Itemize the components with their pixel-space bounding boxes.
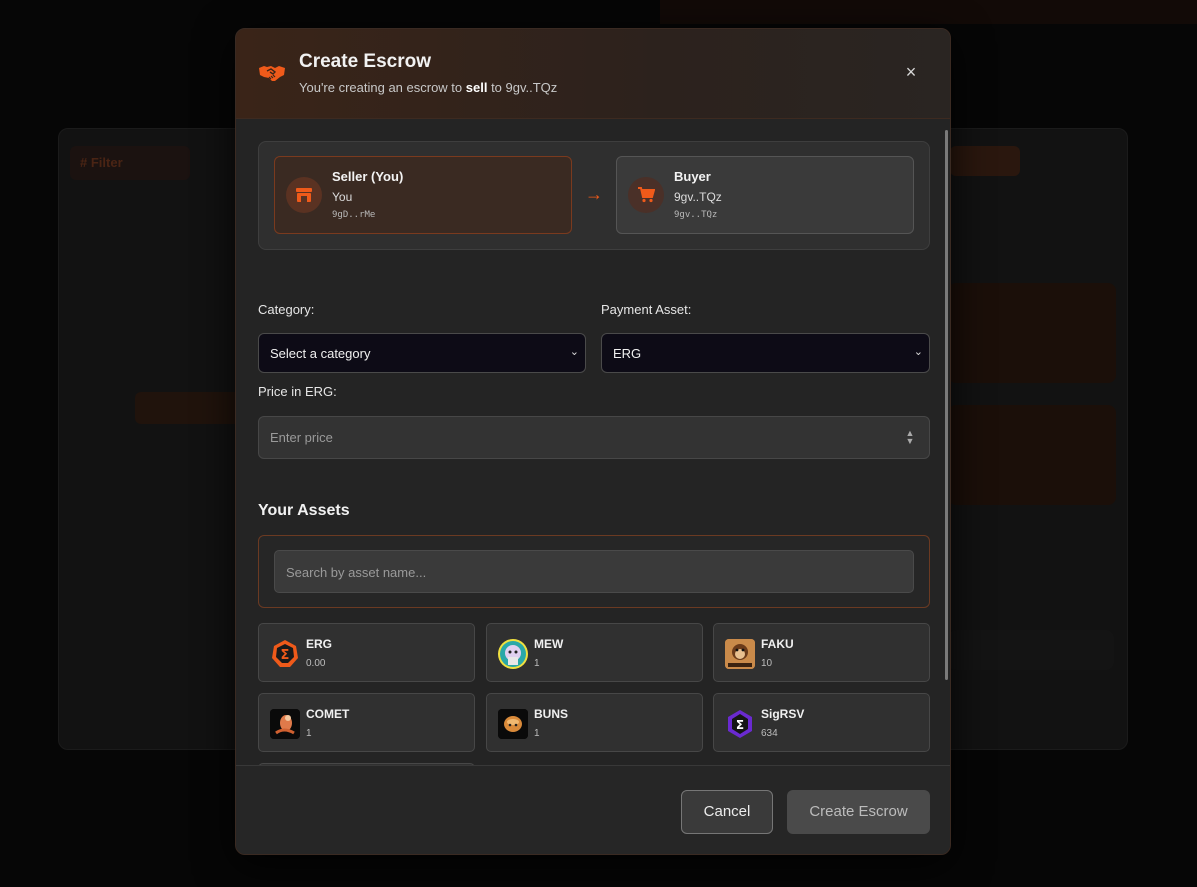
asset-card-mew[interactable]: MEW 1 [486,623,703,682]
price-label: Price in ERG: [258,384,337,399]
buyer-name: 9gv..TQz [674,190,722,204]
seller-title: Seller (You) [332,169,404,184]
store-icon [286,177,322,213]
seller-address: 9gD..rMe [332,210,376,220]
asset-name: MEW [534,637,564,651]
background-tab: # Filter [70,146,190,180]
your-assets-heading: Your Assets [258,502,350,519]
asset-name: FAKU [761,637,794,651]
payment-asset-label: Payment Asset: [601,302,692,317]
asset-name: COMET [306,707,350,721]
asset-card-comet[interactable]: COMET 1 [258,693,475,752]
modal-footer: Cancel Create Escrow [236,765,950,854]
category-select-value: Select a category [270,346,371,361]
handshake-icon [258,63,286,83]
comet-token-icon [270,709,300,739]
subtitle-suffix: to 9gv..TQz [487,80,558,95]
cancel-button[interactable]: Cancel [681,790,773,834]
buyer-address: 9gv..TQz [674,210,718,220]
asset-search-input[interactable]: Search by asset name... [274,550,914,593]
asset-balance: 0.00 [306,658,326,669]
asset-card-buns[interactable]: BUNS 1 [486,693,703,752]
chevron-down-icon: ⌄ [569,346,579,358]
seller-card: Seller (You) You 9gD..rMe [274,156,572,234]
buns-token-icon [498,709,528,739]
asset-card-erg[interactable]: Σ ERG 0.00 [258,623,475,682]
asset-balance: 1 [306,728,312,739]
background-input [948,630,1114,670]
sigrsv-token-icon: Σ [725,709,755,739]
price-placeholder: Enter price [270,430,333,445]
parties-panel: Seller (You) You 9gD..rMe → Buyer 9gv..T… [258,141,930,250]
background-message [948,283,1116,383]
modal-title: Create Escrow [299,51,432,72]
asset-card-faku[interactable]: FAKU 10 [713,623,930,682]
close-icon: × [905,62,917,82]
background-message [948,405,1116,505]
mew-token-icon [498,639,528,669]
create-escrow-button[interactable]: Create Escrow [787,790,930,834]
price-input[interactable]: Enter price ▲ ▼ [258,416,930,459]
svg-text:Σ: Σ [736,718,744,732]
modal-scrollbar[interactable] [945,130,948,680]
category-select[interactable]: Select a category ⌄ [258,333,586,373]
background-button [135,392,245,424]
asset-name: ERG [306,637,333,651]
asset-balance: 10 [761,658,773,669]
buyer-card: Buyer 9gv..TQz 9gv..TQz [616,156,914,234]
seller-name: You [332,190,353,204]
number-spinner-icon[interactable]: ▲ ▼ [903,429,917,447]
payment-asset-value: ERG [613,346,642,361]
close-button[interactable]: × [902,63,920,81]
modal-subtitle: You're creating an escrow to sell to 9gv… [299,80,557,95]
arrow-right-icon: → [585,184,603,204]
cart-icon [628,177,664,213]
payment-asset-select[interactable]: ERG ⌄ [601,333,930,373]
svg-text:Σ: Σ [281,648,290,663]
category-label: Category: [258,302,315,317]
asset-name: SigRSV [761,707,805,721]
modal-body[interactable]: Seller (You) You 9gD..rMe → Buyer 9gv..T… [236,120,950,765]
asset-name: BUNS [534,707,569,721]
faku-token-icon [725,639,755,669]
erg-token-icon: Σ [270,639,300,669]
modal-header: Create Escrow You're creating an escrow … [236,29,950,119]
subtitle-action: sell [465,80,488,95]
asset-search-placeholder: Search by asset name... [286,565,427,580]
asset-balance: 1 [534,658,540,669]
background-pill [950,146,1020,176]
asset-card-sigrsv[interactable]: Σ SigRSV 634 [713,693,930,752]
asset-search-container: Search by asset name... [258,535,930,608]
asset-balance: 1 [534,728,540,739]
background-top-strip [660,0,1197,24]
asset-balance: 634 [761,728,778,739]
chevron-down-icon: ⌄ [913,346,923,358]
create-escrow-modal: Create Escrow You're creating an escrow … [235,28,951,855]
buyer-title: Buyer [674,169,711,184]
subtitle-prefix: You're creating an escrow to [299,80,466,95]
